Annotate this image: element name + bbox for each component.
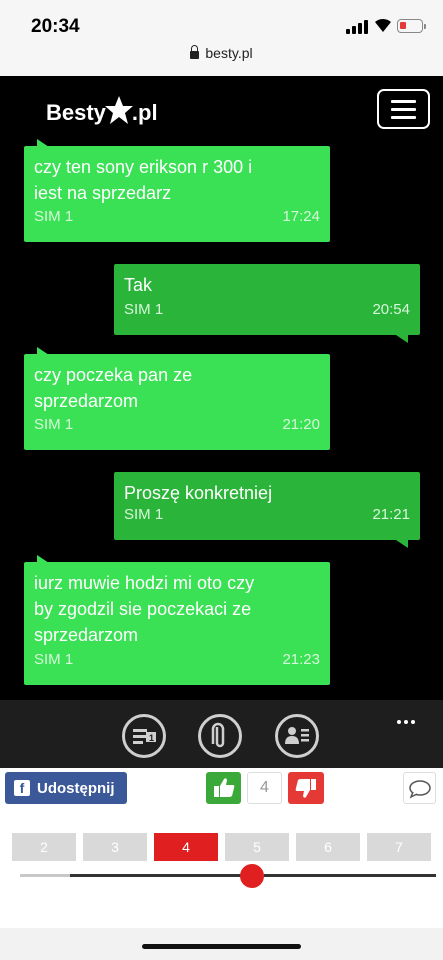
status-bar: 20:34 besty.pl bbox=[0, 0, 443, 76]
facebook-share-button[interactable]: f Udostępnij bbox=[5, 772, 127, 804]
svg-text:1: 1 bbox=[149, 733, 154, 743]
sim-label: SIM 1 bbox=[34, 208, 74, 225]
url-text: besty.pl bbox=[205, 45, 253, 61]
page-slider-range bbox=[264, 874, 436, 877]
share-label: Udostępnij bbox=[37, 779, 115, 797]
message-text: Proszę konkretniej bbox=[124, 483, 273, 503]
page-button[interactable]: 3 bbox=[83, 833, 147, 861]
address-bar[interactable]: besty.pl bbox=[0, 45, 443, 61]
page-button[interactable]: 6 bbox=[296, 833, 360, 861]
sim-label: SIM 1 bbox=[34, 416, 74, 433]
message-bubble: iurz muwie hodzi mi oto czy by zgodzil s… bbox=[24, 555, 330, 685]
page-button[interactable]: 7 bbox=[367, 833, 431, 861]
page-button[interactable]: 5 bbox=[225, 833, 289, 861]
speech-bubble-icon bbox=[409, 780, 431, 799]
page-slider-thumb[interactable] bbox=[240, 864, 264, 888]
message-bubble: czy poczeka pan ze sprzedarzom SIM 1 21:… bbox=[24, 347, 330, 450]
page-button-current[interactable]: 4 bbox=[154, 833, 218, 861]
thumbs-up-button[interactable] bbox=[206, 772, 241, 804]
home-indicator[interactable] bbox=[142, 944, 301, 949]
sim-label: SIM 1 bbox=[34, 651, 74, 668]
hamburger-menu-icon[interactable] bbox=[377, 89, 430, 129]
page-button[interactable]: 2 bbox=[12, 833, 76, 861]
clock: 20:34 bbox=[31, 16, 80, 37]
share-bar: f Udostępnij 4 bbox=[0, 768, 443, 814]
wifi-icon bbox=[375, 18, 391, 32]
message-text: czy ten sony erikson r 300 i iest na spr… bbox=[34, 157, 253, 203]
message-bubble: Proszę konkretniej SIM 1 21:21 bbox=[114, 472, 420, 548]
site-logo[interactable]: Besty .pl bbox=[46, 96, 158, 126]
browser-bottom-bar bbox=[0, 928, 443, 960]
comment-button[interactable] bbox=[403, 772, 436, 804]
sim-label: SIM 1 bbox=[124, 506, 164, 523]
content-image: Besty .pl czy ten sony erikson r 300 i i… bbox=[0, 76, 443, 768]
message-time: 21:20 bbox=[282, 416, 320, 433]
contact-card-icon[interactable] bbox=[275, 714, 319, 758]
message-toolbar: 1 bbox=[0, 700, 443, 768]
sim-label: SIM 1 bbox=[124, 301, 164, 318]
gallery-pager: 2 3 4 5 6 7 bbox=[0, 833, 443, 863]
sms-icon[interactable]: 1 bbox=[122, 714, 166, 758]
cellular-signal-icon bbox=[346, 20, 368, 34]
lock-icon bbox=[190, 45, 200, 59]
thumbs-up-icon bbox=[214, 778, 235, 797]
message-text: iurz muwie hodzi mi oto czy by zgodzil s… bbox=[34, 573, 255, 645]
vote-count: 4 bbox=[247, 772, 282, 804]
message-time: 17:24 bbox=[282, 208, 320, 225]
battery-icon bbox=[397, 19, 426, 33]
thumbs-down-button[interactable] bbox=[288, 772, 324, 804]
message-text: Tak bbox=[124, 275, 153, 295]
attachment-icon[interactable] bbox=[198, 714, 242, 758]
thumbs-down-icon bbox=[295, 779, 316, 798]
page-slider-range bbox=[70, 874, 252, 877]
message-bubble: czy ten sony erikson r 300 i iest na spr… bbox=[24, 139, 330, 242]
star-icon bbox=[104, 96, 133, 124]
message-text: czy poczeka pan ze sprzedarzom bbox=[34, 365, 193, 411]
message-bubble: Tak SIM 1 20:54 bbox=[114, 264, 420, 343]
message-time: 21:23 bbox=[282, 651, 320, 668]
message-time: 20:54 bbox=[372, 301, 410, 318]
more-icon[interactable] bbox=[397, 711, 418, 729]
facebook-icon: f bbox=[14, 780, 30, 796]
message-time: 21:21 bbox=[372, 506, 410, 523]
